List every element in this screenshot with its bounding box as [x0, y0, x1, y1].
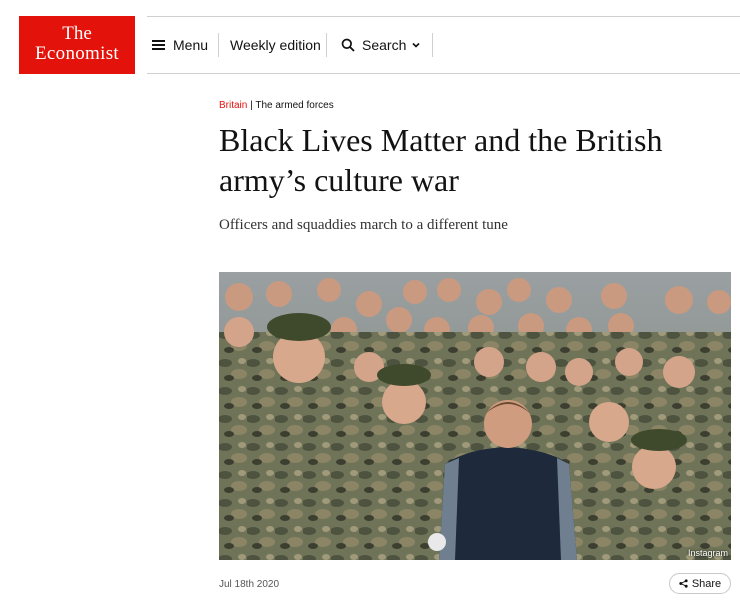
- chevron-down-icon: [412, 42, 420, 48]
- article-title: Black Lives Matter and the British army’…: [219, 122, 663, 198]
- soldiers-group-photo: [219, 272, 731, 560]
- article-photo: Instagram: [219, 272, 731, 560]
- publish-date: Jul 18th 2020: [219, 579, 280, 590]
- logo-line-1: The: [62, 23, 92, 44]
- hamburger-icon: [152, 40, 165, 50]
- share-label: Share: [691, 577, 722, 590]
- weekly-edition-label: Weekly edition: [230, 37, 321, 53]
- nav-divider: [218, 33, 219, 57]
- breadcrumb-section[interactable]: Britain: [219, 100, 247, 111]
- search-label: Search: [362, 37, 407, 53]
- menu-button[interactable]: Menu: [152, 17, 208, 73]
- share-button[interactable]: Share: [669, 573, 731, 594]
- economist-logo[interactable]: The Economist: [19, 16, 135, 74]
- breadcrumb: Britain | The armed forces: [219, 100, 334, 111]
- weekly-edition-link[interactable]: Weekly edition: [230, 17, 321, 73]
- photo-credit: Instagram: [687, 548, 728, 558]
- search-icon: [341, 38, 355, 52]
- breadcrumb-topic[interactable]: The armed forces: [255, 100, 333, 111]
- nav-divider: [326, 33, 327, 57]
- header-bottom-rule: [147, 73, 740, 74]
- search-button[interactable]: Search: [341, 17, 421, 73]
- menu-label: Menu: [173, 37, 209, 53]
- article-subtitle: Officers and squaddies march to a differ…: [219, 217, 508, 233]
- nav-divider: [432, 33, 433, 57]
- share-icon: [679, 579, 688, 588]
- logo-line-2: Economist: [35, 43, 119, 64]
